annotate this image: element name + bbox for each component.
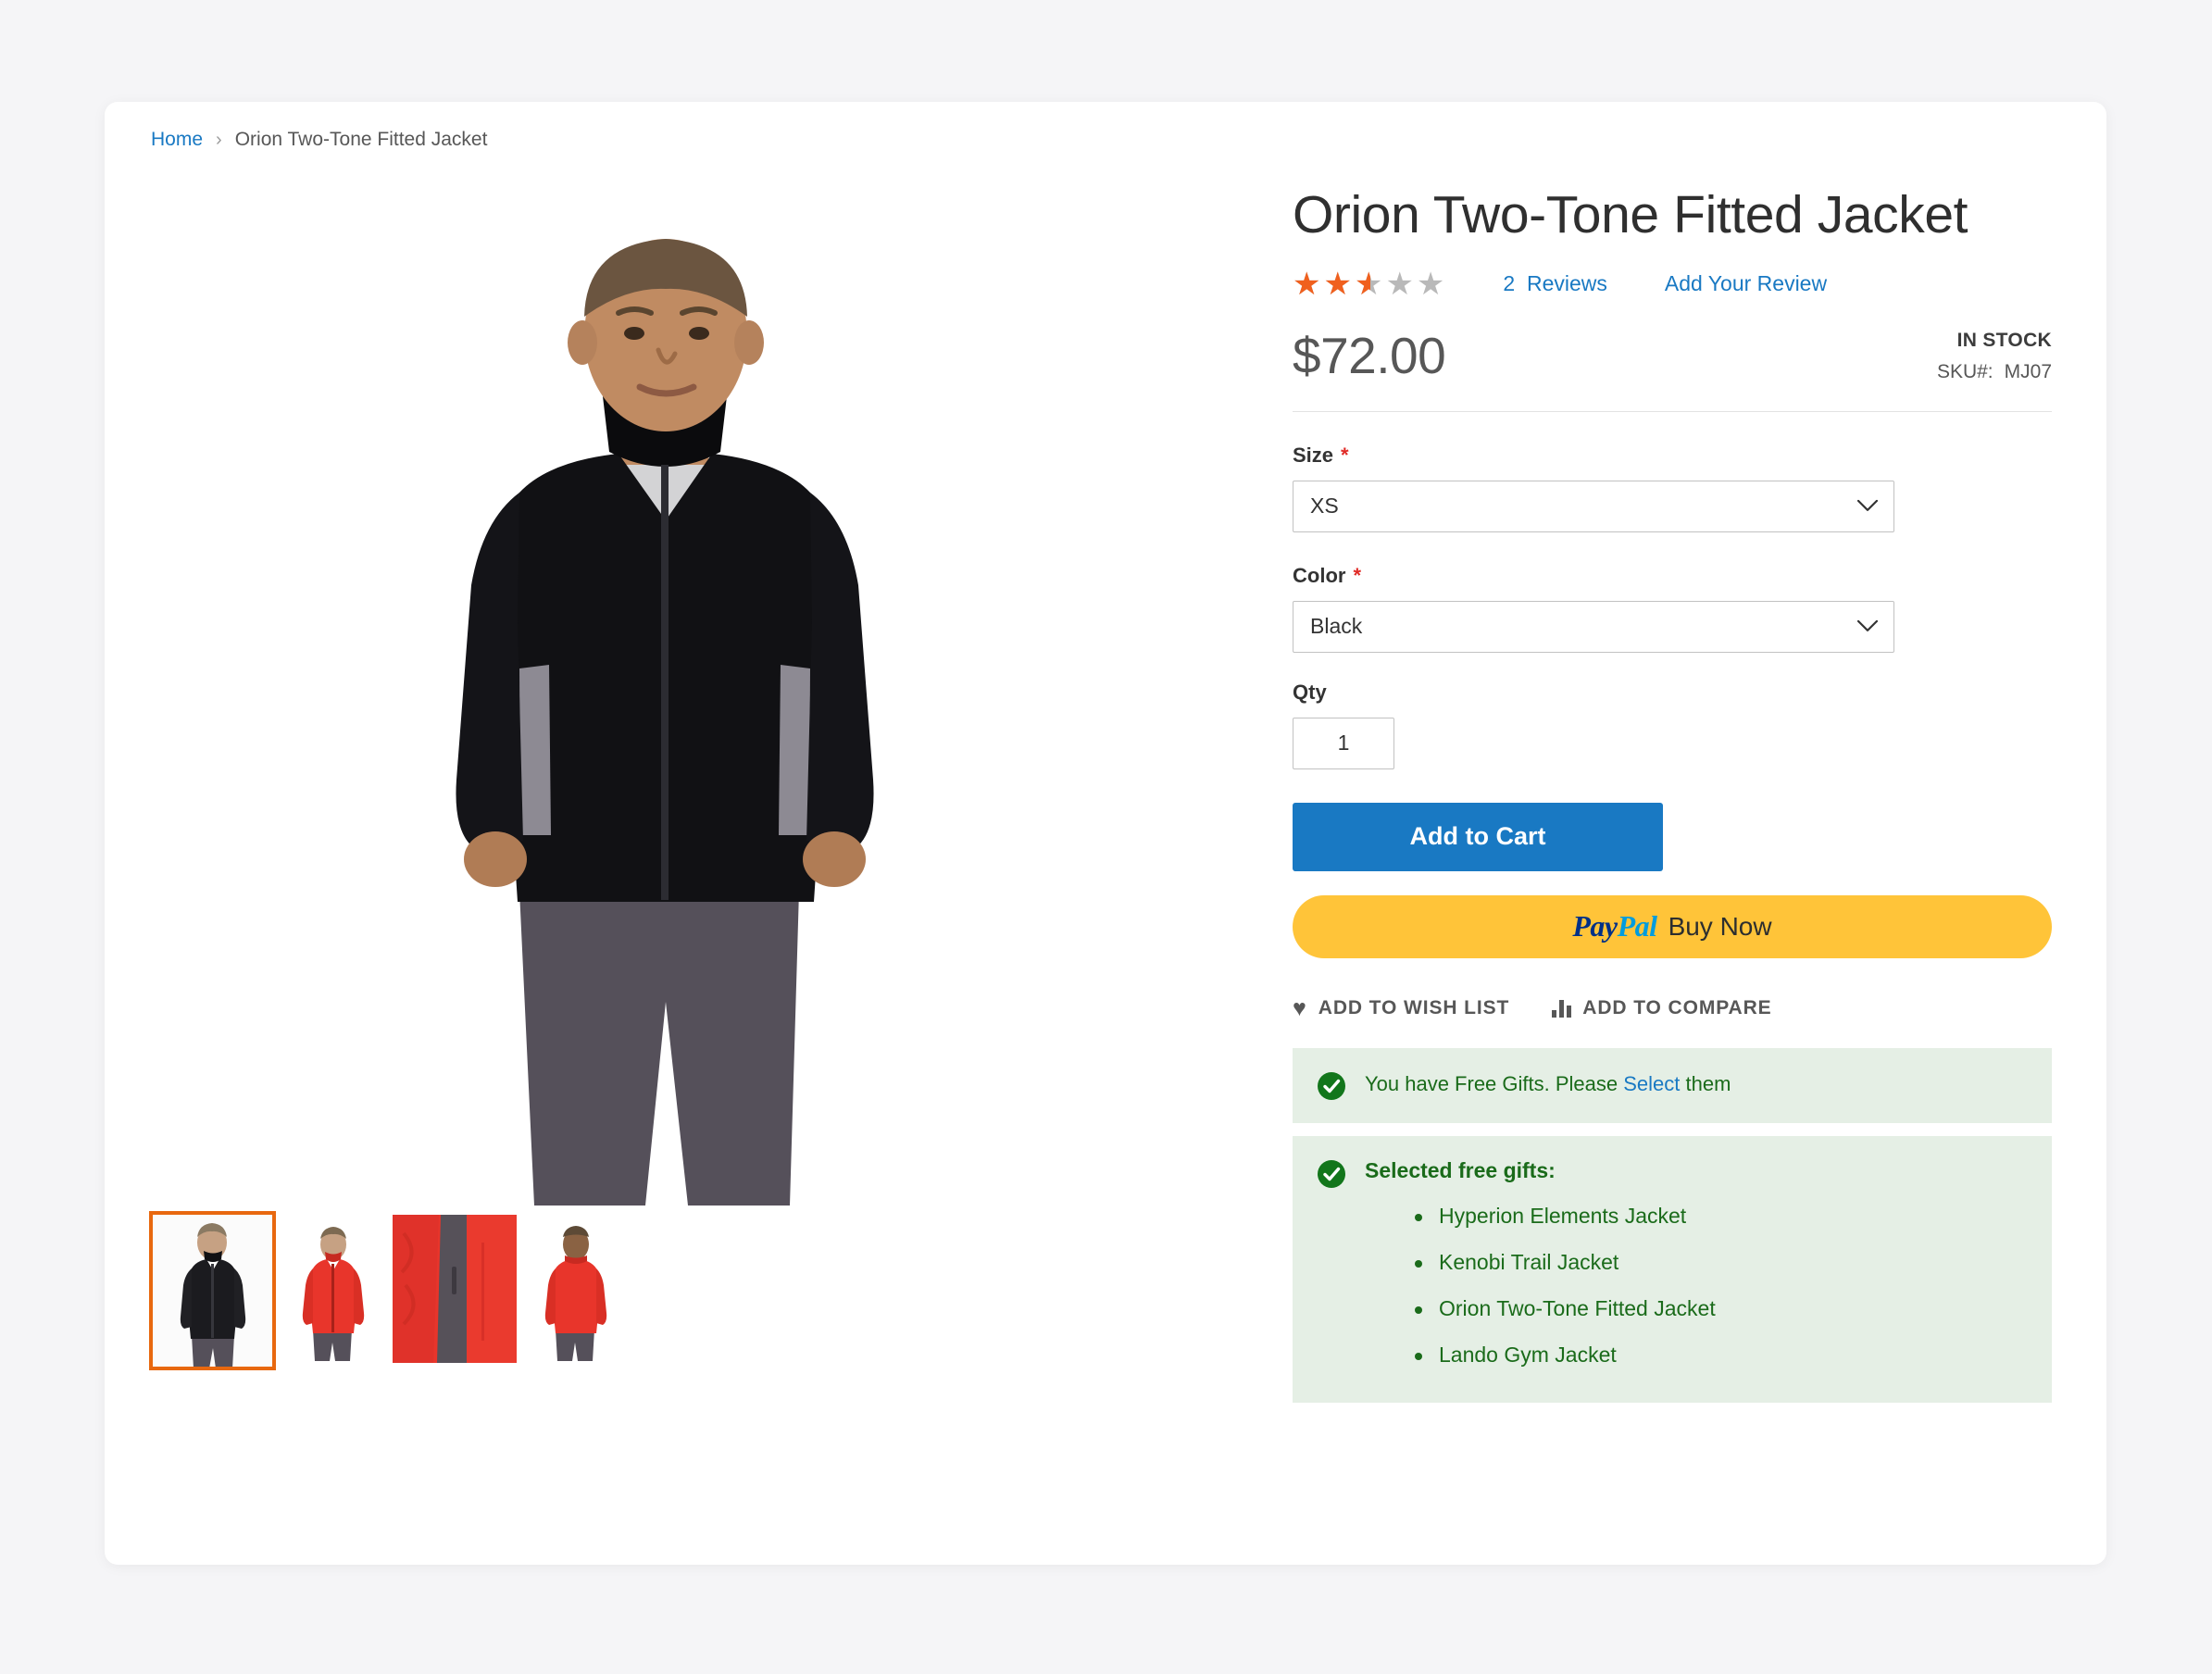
required-asterisk: * (1341, 443, 1349, 467)
list-item: Kenobi Trail Jacket (1415, 1250, 2028, 1275)
thumb-red-front-icon (291, 1220, 376, 1361)
gallery-thumbnail-red-front[interactable] (291, 1220, 376, 1361)
free-gift-notice: You have Free Gifts. Please Select them (1293, 1047, 2052, 1123)
paypal-logo-pal: Pal (1617, 909, 1657, 943)
divider (1293, 410, 2052, 412)
color-label: Color * (1293, 564, 2052, 588)
size-select[interactable]: XS (1293, 480, 1894, 532)
quantity-stepper[interactable] (1293, 717, 1394, 769)
required-asterisk: * (1353, 563, 1362, 587)
add-to-wishlist-label: ADD TO WISH LIST (1318, 997, 1510, 1019)
size-field: Size * XS (1293, 443, 2052, 532)
breadcrumb: Home › Orion Two-Tone Fitted Jacket (151, 130, 487, 149)
paypal-logo: PayPal (1572, 909, 1657, 943)
paypal-logo-pay: Pay (1572, 909, 1618, 943)
selected-gifts-title: Selected free gifts: (1365, 1157, 1556, 1182)
sku-line: SKU#: MJ07 (1937, 361, 2052, 383)
product-gallery (149, 187, 1188, 1370)
add-to-compare-label: ADD TO COMPARE (1582, 997, 1772, 1019)
select-gifts-link[interactable]: Select (1623, 1072, 1680, 1095)
chevron-right-icon: › (216, 129, 222, 150)
free-gift-prefix: You have Free Gifts. Please (1365, 1071, 1624, 1095)
product-info: Orion Two-Tone Fitted Jacket ★★★★★ ★★★★★… (1293, 185, 2052, 1403)
add-to-cart-button[interactable]: Add to Cart (1293, 802, 1663, 871)
reviews-label: Reviews (1526, 271, 1607, 296)
size-select-wrap: XS (1293, 480, 1894, 532)
selected-free-gifts-panel: Selected free gifts: Hyperion Elements J… (1293, 1135, 2052, 1403)
product-card: Home › Orion Two-Tone Fitted Jacket Orio… (105, 102, 2106, 1565)
reviews-link[interactable]: 2 Reviews (1503, 271, 1607, 296)
size-label-text: Size (1293, 443, 1334, 467)
color-label-text: Color (1293, 563, 1346, 587)
rating-row: ★★★★★ ★★★★★ 2 Reviews Add Your Review (1293, 269, 2052, 300)
thumbnail-strip (149, 1211, 619, 1370)
star-rating-filled: ★★★★★ (1293, 268, 1370, 300)
thumb-red-zipper-detail-icon (393, 1215, 517, 1363)
price-row: $72.00 IN STOCK SKU#: MJ07 (1293, 326, 2052, 398)
thumb-black-front-icon (151, 1213, 274, 1368)
color-select-wrap: Black (1293, 600, 1894, 653)
add-to-wishlist-link[interactable]: ♥ ADD TO WISH LIST (1293, 994, 1510, 1021)
thumb-red-back-icon (533, 1220, 619, 1361)
qty-label: Qty (1293, 680, 1327, 704)
page-title: Orion Two-Tone Fitted Jacket (1293, 185, 1968, 244)
color-selected-value: Black (1310, 614, 1363, 639)
stock-box: IN STOCK SKU#: MJ07 (1937, 330, 2052, 383)
sku-label: SKU#: (1936, 360, 1993, 382)
size-selected-value: XS (1310, 493, 1339, 518)
gallery-thumbnail-red-zipper-detail[interactable] (393, 1215, 517, 1363)
status-badge: IN STOCK (1956, 329, 2052, 351)
list-item: Lando Gym Jacket (1415, 1343, 2028, 1368)
selected-gifts-list: Hyperion Elements Jacket Kenobi Trail Jac… (1415, 1204, 2028, 1368)
color-select[interactable]: Black (1293, 600, 1894, 653)
breadcrumb-current: Orion Two-Tone Fitted Jacket (234, 129, 488, 150)
reviews-count: 2 (1503, 271, 1516, 296)
list-item: Hyperion Elements Jacket (1415, 1204, 2028, 1229)
breadcrumb-home-link[interactable]: Home (151, 130, 203, 149)
paypal-buy-now-button[interactable]: PayPal Buy Now (1293, 894, 2052, 958)
secondary-actions: ♥ ADD TO WISH LIST ADD TO COMPARE (1293, 994, 2052, 1021)
gallery-thumbnail-black-front[interactable] (149, 1211, 276, 1370)
product-price: $72.00 (1293, 326, 1446, 384)
paypal-buy-now-label: Buy Now (1668, 911, 1772, 941)
main-product-image[interactable] (151, 187, 1188, 1206)
qty-field: Qty (1293, 681, 2052, 769)
add-your-review-link[interactable]: Add Your Review (1665, 271, 1827, 296)
list-item: Orion Two-Tone Fitted Jacket (1415, 1296, 2028, 1321)
star-rating[interactable]: ★★★★★ ★★★★★ (1293, 269, 1447, 300)
sku-value: MJ07 (2004, 360, 2052, 382)
add-to-compare-link[interactable]: ADD TO COMPARE (1552, 997, 1771, 1019)
check-circle-icon (1318, 1159, 1345, 1188)
bar-chart-icon (1552, 999, 1572, 1018)
free-gift-message: You have Free Gifts. Please Select them (1365, 1070, 1731, 1098)
gallery-thumbnail-red-back[interactable] (533, 1220, 619, 1361)
check-circle-icon (1318, 1071, 1345, 1100)
product-detail-page: Home › Orion Two-Tone Fitted Jacket Orio… (0, 0, 2212, 1674)
color-field: Color * Black (1293, 564, 2052, 653)
free-gift-suffix: them (1680, 1071, 1731, 1095)
heart-icon: ♥ (1293, 994, 1307, 1021)
size-label: Size * (1293, 443, 2052, 468)
product-photo-illustration (151, 187, 1188, 1206)
